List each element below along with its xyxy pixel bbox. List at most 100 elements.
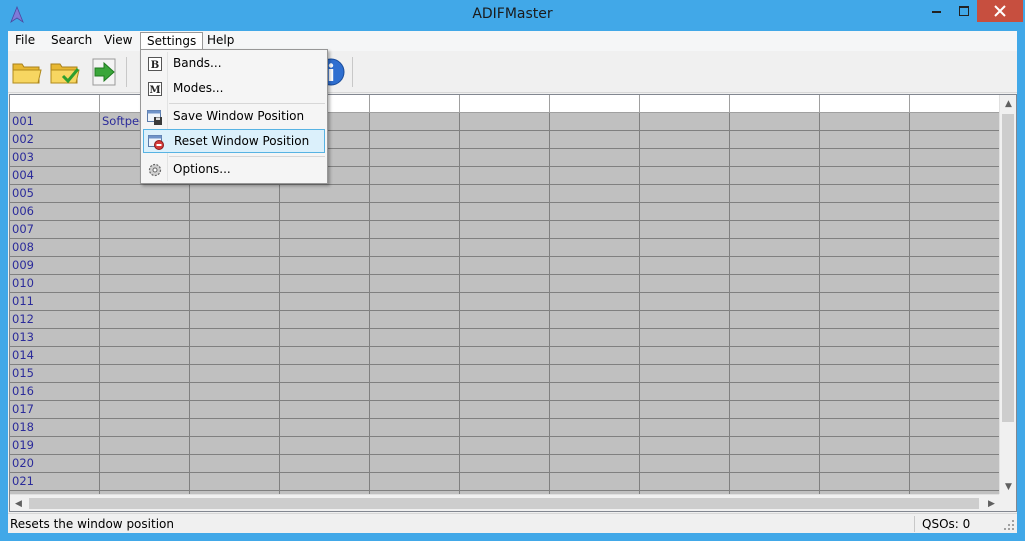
grid-cell[interactable]	[730, 239, 820, 257]
menu-item-modes[interactable]: M Modes...	[143, 77, 325, 101]
grid-cell[interactable]	[910, 437, 1000, 455]
grid-cell[interactable]	[910, 257, 1000, 275]
grid-cell[interactable]	[190, 383, 280, 401]
grid-cell[interactable]	[550, 365, 640, 383]
grid-cell[interactable]	[730, 365, 820, 383]
grid-cell[interactable]	[820, 473, 910, 491]
grid-cell[interactable]	[910, 347, 1000, 365]
grid-cell[interactable]	[280, 455, 370, 473]
table-row[interactable]: 014	[10, 347, 1000, 365]
grid-cell[interactable]	[640, 311, 730, 329]
grid-cell[interactable]	[550, 401, 640, 419]
title-bar[interactable]: ADIFMaster	[0, 0, 1025, 31]
grid-cell[interactable]	[820, 293, 910, 311]
table-row[interactable]: 019	[10, 437, 1000, 455]
grid-cell[interactable]	[640, 131, 730, 149]
grid-cell[interactable]	[820, 347, 910, 365]
grid-cell[interactable]	[640, 347, 730, 365]
grid-cell[interactable]	[190, 293, 280, 311]
grid-cell[interactable]	[280, 257, 370, 275]
grid-cell[interactable]	[550, 419, 640, 437]
grid-cell[interactable]	[100, 437, 190, 455]
grid-cell[interactable]	[100, 239, 190, 257]
grid-cell[interactable]	[190, 221, 280, 239]
horizontal-scroll-thumb[interactable]	[29, 498, 979, 509]
grid-cell[interactable]	[190, 275, 280, 293]
grid-cell[interactable]	[640, 149, 730, 167]
grid-cell[interactable]	[460, 383, 550, 401]
grid-cell[interactable]	[190, 365, 280, 383]
row-number-cell[interactable]: 001	[10, 113, 100, 131]
grid-cell[interactable]	[550, 347, 640, 365]
table-row[interactable]: 009	[10, 257, 1000, 275]
grid-cell[interactable]	[280, 347, 370, 365]
table-row[interactable]: 006	[10, 203, 1000, 221]
grid-cell[interactable]	[820, 455, 910, 473]
table-row[interactable]: 020	[10, 455, 1000, 473]
row-number-cell[interactable]: 013	[10, 329, 100, 347]
grid-cell[interactable]	[910, 419, 1000, 437]
grid-cell[interactable]	[550, 437, 640, 455]
grid-cell[interactable]	[730, 113, 820, 131]
grid-cell[interactable]	[550, 293, 640, 311]
grid-cell[interactable]	[190, 419, 280, 437]
grid-cell[interactable]	[370, 311, 460, 329]
grid-cell[interactable]	[910, 383, 1000, 401]
grid-cell[interactable]	[100, 329, 190, 347]
grid-cell[interactable]	[730, 257, 820, 275]
row-number-cell[interactable]: 008	[10, 239, 100, 257]
grid-cell[interactable]	[910, 329, 1000, 347]
grid-cell[interactable]	[730, 275, 820, 293]
grid-cell[interactable]	[280, 239, 370, 257]
column-header[interactable]	[550, 95, 640, 113]
grid-cell[interactable]	[550, 329, 640, 347]
grid-cell[interactable]	[370, 293, 460, 311]
grid-cell[interactable]	[190, 239, 280, 257]
grid-cell[interactable]	[460, 401, 550, 419]
grid-cell[interactable]	[370, 131, 460, 149]
row-number-cell[interactable]: 005	[10, 185, 100, 203]
row-number-cell[interactable]: 006	[10, 203, 100, 221]
grid-cell[interactable]	[280, 221, 370, 239]
grid-cell[interactable]	[910, 365, 1000, 383]
table-row[interactable]: 021	[10, 473, 1000, 491]
grid-cell[interactable]	[280, 185, 370, 203]
grid-cell[interactable]	[370, 383, 460, 401]
grid-cell[interactable]	[370, 419, 460, 437]
scroll-down-arrow[interactable]: ▼	[1000, 478, 1016, 495]
grid-cell[interactable]	[910, 149, 1000, 167]
grid-cell[interactable]	[730, 131, 820, 149]
grid-cell[interactable]	[550, 257, 640, 275]
grid-cell[interactable]	[550, 383, 640, 401]
row-number-cell[interactable]: 007	[10, 221, 100, 239]
table-row[interactable]: 011	[10, 293, 1000, 311]
table-row[interactable]: 008	[10, 239, 1000, 257]
table-row[interactable]: 012	[10, 311, 1000, 329]
vertical-scroll-thumb[interactable]	[1002, 114, 1014, 422]
grid-cell[interactable]	[100, 257, 190, 275]
grid-cell[interactable]	[640, 203, 730, 221]
grid-cell[interactable]	[730, 437, 820, 455]
menu-search[interactable]: Search	[45, 32, 98, 51]
grid-cell[interactable]	[730, 311, 820, 329]
grid-cell[interactable]	[910, 473, 1000, 491]
grid-cell[interactable]	[280, 401, 370, 419]
grid-cell[interactable]	[550, 113, 640, 131]
grid-cell[interactable]	[910, 113, 1000, 131]
grid-cell[interactable]	[460, 347, 550, 365]
grid-cell[interactable]	[820, 203, 910, 221]
grid-cell[interactable]	[100, 383, 190, 401]
grid-cell[interactable]	[460, 329, 550, 347]
grid-cell[interactable]	[280, 419, 370, 437]
grid-cell[interactable]	[100, 473, 190, 491]
grid-cell[interactable]	[910, 131, 1000, 149]
minimize-button[interactable]	[924, 0, 950, 22]
grid-cell[interactable]	[460, 455, 550, 473]
grid-cell[interactable]	[640, 383, 730, 401]
grid-cell[interactable]	[820, 329, 910, 347]
table-row[interactable]: 015	[10, 365, 1000, 383]
grid-cell[interactable]	[370, 401, 460, 419]
grid-cell[interactable]	[730, 329, 820, 347]
scroll-left-arrow[interactable]: ◀	[10, 495, 27, 511]
grid-cell[interactable]	[280, 383, 370, 401]
